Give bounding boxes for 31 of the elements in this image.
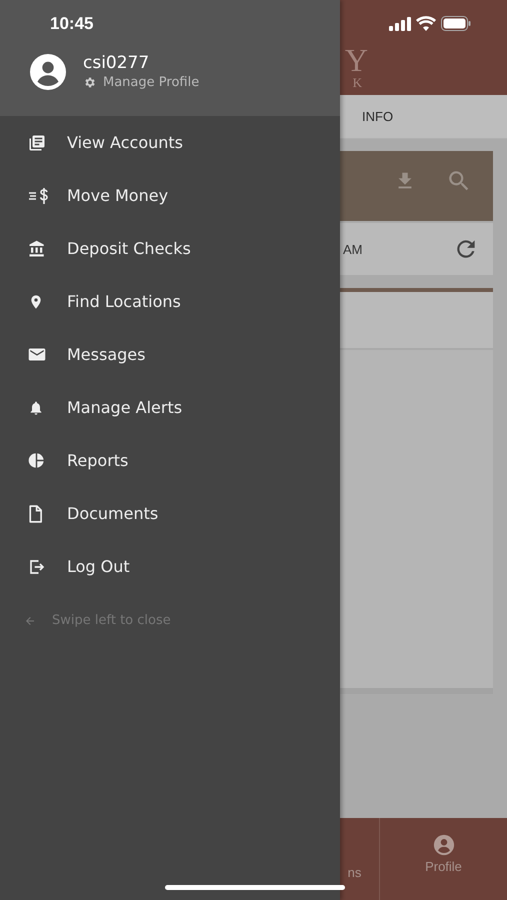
menu-item[interactable]: Documents xyxy=(0,487,340,540)
signal-icon xyxy=(389,16,411,30)
menu-item[interactable]: View Accounts xyxy=(0,116,340,169)
money-transfer-icon xyxy=(28,186,50,204)
menu-item[interactable]: Move Money xyxy=(0,169,340,222)
bell-icon xyxy=(28,398,44,416)
profile-icon xyxy=(432,834,454,856)
mail-icon xyxy=(28,347,46,362)
updated-time: AM xyxy=(343,242,362,256)
battery-icon xyxy=(441,16,471,31)
logout-icon xyxy=(28,558,46,576)
menu-item[interactable]: Reports xyxy=(0,434,340,487)
logo-text: Y xyxy=(344,44,368,76)
pie-chart-icon xyxy=(28,452,45,469)
username: csi0277 xyxy=(83,53,150,73)
gear-icon xyxy=(83,76,96,89)
bank-icon xyxy=(28,240,46,258)
manage-profile-link[interactable]: Manage Profile xyxy=(83,75,200,90)
info-tab[interactable]: INFO xyxy=(362,109,394,124)
status-time: 10:45 xyxy=(50,14,94,34)
menu-item[interactable]: Messages xyxy=(0,328,340,381)
stacked-cards-icon xyxy=(28,134,46,152)
wifi-icon xyxy=(416,16,436,31)
menu-item[interactable]: Find Locations xyxy=(0,275,340,328)
menu-item[interactable]: Deposit Checks xyxy=(0,222,340,275)
menu-item[interactable]: Log Out xyxy=(0,540,340,593)
logo-subtext: K xyxy=(352,76,362,89)
avatar-icon xyxy=(30,54,66,90)
back-arrow-icon xyxy=(24,614,36,626)
menu-item[interactable]: Manage Alerts xyxy=(0,381,340,434)
document-icon xyxy=(28,504,43,522)
